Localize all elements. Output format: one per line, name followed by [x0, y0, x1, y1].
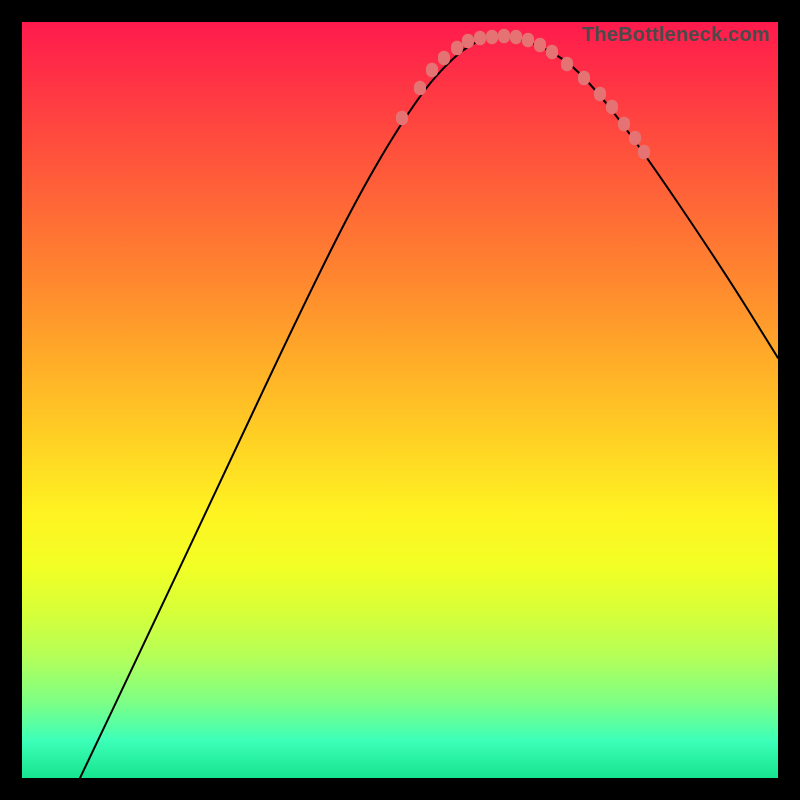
highlight-dot	[629, 131, 641, 145]
highlight-dots	[396, 29, 650, 159]
highlight-dot	[594, 87, 606, 101]
bottleneck-curve-path	[80, 37, 778, 778]
chart-frame: TheBottleneck.com	[0, 0, 800, 800]
plot-area: TheBottleneck.com	[22, 22, 778, 778]
highlight-dot	[438, 51, 450, 65]
highlight-dot	[561, 57, 573, 71]
curve-svg	[22, 22, 778, 778]
highlight-dot	[462, 34, 474, 48]
watermark-text: TheBottleneck.com	[582, 24, 770, 47]
highlight-dot	[426, 63, 438, 77]
highlight-dot	[534, 38, 546, 52]
highlight-dot	[606, 100, 618, 114]
highlight-dot	[451, 41, 463, 55]
highlight-dot	[474, 31, 486, 45]
highlight-dot	[618, 117, 630, 131]
highlight-dot	[578, 71, 590, 85]
highlight-dot	[414, 81, 426, 95]
bottleneck-curve	[80, 37, 778, 778]
highlight-dot	[510, 30, 522, 44]
highlight-dot	[498, 29, 510, 43]
highlight-dot	[522, 33, 534, 47]
highlight-dot	[546, 45, 558, 59]
highlight-dot	[486, 30, 498, 44]
highlight-dot	[396, 111, 408, 125]
highlight-dot	[638, 145, 650, 159]
